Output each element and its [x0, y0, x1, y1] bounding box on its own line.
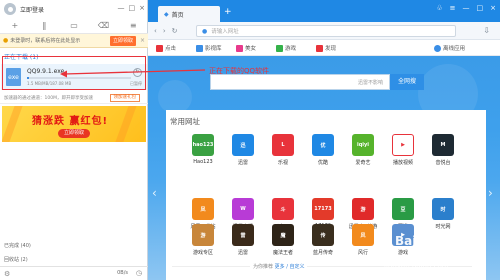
annotation-arrow-line: [63, 69, 206, 75]
annotation-text: 正在下载的QQ软件: [209, 67, 270, 75]
watermark: Baidu 经验: [395, 234, 462, 248]
watermark-url: jingyan.baidu.com: [384, 262, 449, 270]
screen: 立即登录 — □ × + ‖ ▭ ⌫ ≡ ● 未登录时，联系后将在此处显示 立即…: [0, 0, 500, 280]
annotation-arrow-head: [60, 70, 67, 78]
